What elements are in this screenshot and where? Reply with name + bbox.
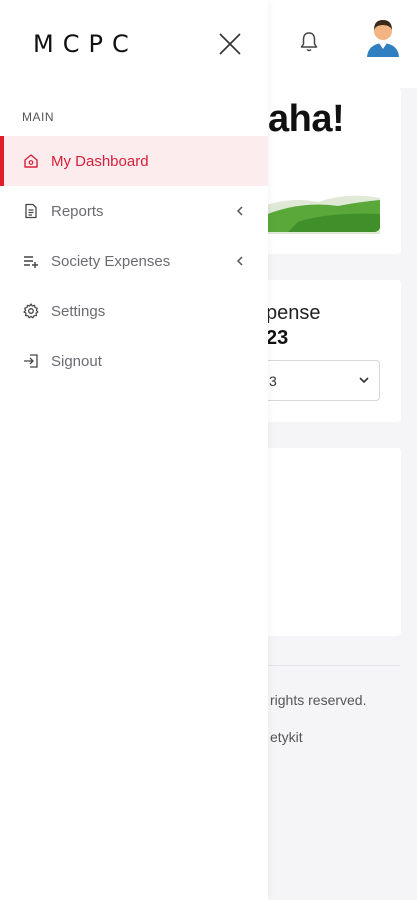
sidebar-item-label: Signout bbox=[51, 352, 102, 370]
welcome-title: aha! bbox=[268, 98, 345, 140]
bell-icon[interactable] bbox=[296, 28, 322, 56]
section-label-main: MAIN bbox=[22, 110, 54, 124]
user-avatar-icon[interactable] bbox=[364, 16, 402, 58]
add-list-icon bbox=[22, 252, 40, 270]
expense-card-title: pense bbox=[266, 302, 321, 324]
document-icon bbox=[22, 202, 40, 220]
signout-icon bbox=[22, 352, 40, 370]
close-icon[interactable] bbox=[214, 28, 246, 60]
home-icon bbox=[22, 152, 40, 170]
landscape-illustration bbox=[258, 178, 380, 234]
sidebar-item-label: Society Expenses bbox=[51, 252, 171, 270]
sidebar-item-label: My Dashboard bbox=[51, 152, 149, 170]
chevron-left-icon bbox=[234, 254, 246, 266]
footer-credit: etykit bbox=[270, 729, 303, 745]
sidebar-item-label: Settings bbox=[51, 302, 106, 320]
expense-card-year: 23 bbox=[266, 327, 289, 349]
sidebar-item-my-dashboard[interactable]: My Dashboard bbox=[0, 136, 268, 186]
sidebar-item-label: Reports bbox=[51, 202, 104, 220]
sidebar-item-society-expenses[interactable]: Society Expenses bbox=[0, 236, 268, 286]
footer-copyright: rights reserved. bbox=[270, 692, 367, 708]
sidebar-menu: My Dashboard Reports Society Expenses Se… bbox=[0, 136, 268, 386]
sidebar-item-settings[interactable]: Settings bbox=[0, 286, 268, 336]
gear-icon bbox=[22, 302, 40, 320]
brand-logo[interactable]: MCPC bbox=[33, 30, 138, 58]
chevron-left-icon bbox=[234, 204, 246, 216]
app-screen: aha! pense 23 3 rights reserved. etykit … bbox=[0, 0, 417, 900]
footer-divider bbox=[260, 665, 400, 666]
sidebar-item-reports[interactable]: Reports bbox=[0, 186, 268, 236]
chevron-down-icon bbox=[357, 373, 371, 387]
sidebar-drawer: MCPC MAIN My Dashboard Reports Society E… bbox=[0, 0, 268, 900]
year-select-value: 3 bbox=[269, 372, 277, 389]
sidebar-item-signout[interactable]: Signout bbox=[0, 336, 268, 386]
